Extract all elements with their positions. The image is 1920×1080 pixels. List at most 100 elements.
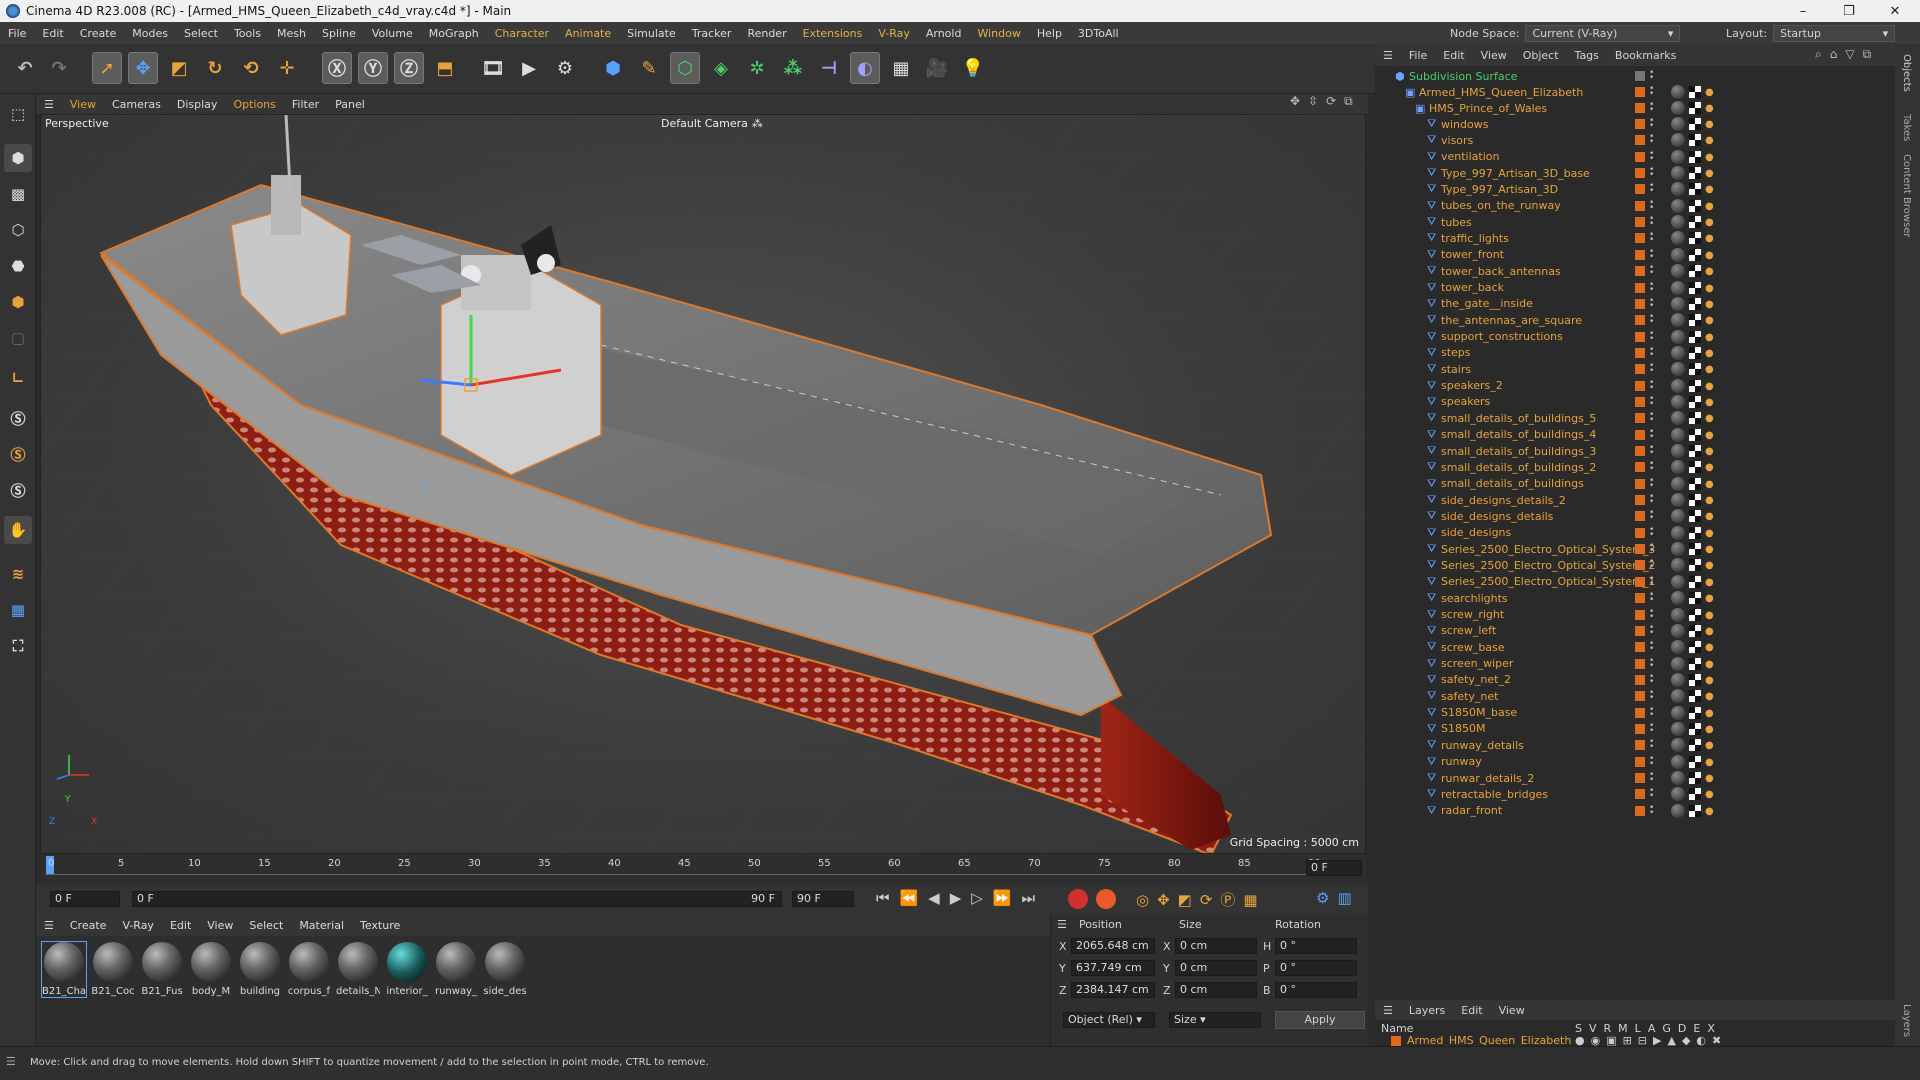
node-space-dropdown[interactable]: Current (V-Ray) ▾ bbox=[1525, 24, 1681, 42]
menu-3dtoall[interactable]: 3DToAll bbox=[1070, 27, 1127, 40]
material-tag-icon[interactable] bbox=[1671, 296, 1685, 311]
pen-spline-icon[interactable]: ✎ bbox=[634, 52, 664, 84]
minimize-button[interactable]: – bbox=[1780, 0, 1826, 22]
vray-tag-icon[interactable]: ● bbox=[1705, 332, 1715, 343]
layer-color-swatch[interactable] bbox=[1635, 593, 1645, 604]
snap-settings-icon[interactable]: Ⓢ bbox=[4, 440, 32, 468]
texture-tag-icon[interactable] bbox=[1689, 690, 1701, 703]
layer-color-swatch[interactable] bbox=[1635, 642, 1645, 653]
visibility-dots-icon[interactable]: • • bbox=[1649, 591, 1654, 605]
layer-color-swatch[interactable] bbox=[1635, 740, 1645, 751]
object-row-group[interactable]: ▣ Armed_HMS_Queen_Elizabeth • • ● bbox=[1375, 84, 1895, 100]
material-swatch[interactable]: runway_ bbox=[434, 942, 478, 997]
object-row[interactable]: ⛛ side_designs • • ● bbox=[1375, 525, 1895, 541]
visibility-dots-icon[interactable]: • • bbox=[1649, 738, 1654, 752]
texture-tag-icon[interactable] bbox=[1689, 379, 1701, 392]
vray-tag-icon[interactable]: ● bbox=[1705, 119, 1715, 130]
texture-tag-icon[interactable] bbox=[1689, 428, 1701, 441]
vray-tag-icon[interactable]: ● bbox=[1705, 446, 1715, 457]
playback-buttons[interactable]: ⏮⏪◀▶▷⏩⏭ bbox=[876, 889, 1045, 907]
material-tag-icon[interactable] bbox=[1671, 738, 1685, 753]
object-row[interactable]: ⛛ screw_right • • ● bbox=[1375, 607, 1895, 623]
rotation-field[interactable]: 0 ° bbox=[1275, 960, 1357, 976]
object-row[interactable]: ⛛ safety_net_2 • • ● bbox=[1375, 672, 1895, 688]
visibility-dots-icon[interactable]: • • bbox=[1649, 493, 1654, 507]
texture-tag-icon[interactable] bbox=[1689, 297, 1701, 310]
layer-color-swatch[interactable] bbox=[1635, 168, 1645, 179]
texture-tag-icon[interactable] bbox=[1689, 232, 1701, 245]
select-tool-icon[interactable]: ➚ bbox=[92, 52, 122, 84]
texture-tag-icon[interactable] bbox=[1689, 330, 1701, 343]
x-axis-lock-icon[interactable]: Ⓧ bbox=[322, 52, 352, 84]
hamburger-icon[interactable]: ☰ bbox=[36, 98, 62, 111]
object-menu-edit[interactable]: Edit bbox=[1435, 49, 1472, 62]
deformer-icon[interactable]: ⊣ bbox=[814, 52, 844, 84]
menu-tracker[interactable]: Tracker bbox=[684, 27, 740, 40]
visibility-dots-icon[interactable]: • • bbox=[1649, 623, 1654, 637]
visibility-dots-icon[interactable]: • • bbox=[1649, 101, 1654, 115]
vray-tag-icon[interactable]: ● bbox=[1705, 299, 1715, 310]
layer-color-swatch[interactable] bbox=[1635, 544, 1645, 555]
material-tag-icon[interactable] bbox=[1671, 623, 1685, 638]
material-menu-select[interactable]: Select bbox=[241, 919, 291, 932]
object-row[interactable]: ⛛ tubes_on_the_runway • • ● bbox=[1375, 198, 1895, 214]
layer-color-swatch[interactable] bbox=[1635, 151, 1645, 162]
texture-mode-icon[interactable]: ▩ bbox=[4, 180, 32, 208]
material-tag-icon[interactable] bbox=[1671, 656, 1685, 671]
layer-color-swatch[interactable] bbox=[1635, 331, 1645, 342]
vray-tag-icon[interactable]: ● bbox=[1705, 757, 1715, 768]
material-swatch[interactable]: B21_Cha bbox=[41, 941, 87, 998]
material-menu-v-ray[interactable]: V-Ray bbox=[114, 919, 162, 932]
material-tag-icon[interactable] bbox=[1671, 149, 1685, 164]
object-menu-file[interactable]: File bbox=[1401, 49, 1435, 62]
visibility-dots-icon[interactable]: • • bbox=[1649, 345, 1654, 359]
tab-layers[interactable]: Layers bbox=[1901, 1004, 1912, 1037]
object-menu-view[interactable]: View bbox=[1473, 49, 1515, 62]
tweak-icon[interactable]: ✋ bbox=[4, 516, 32, 544]
object-row[interactable]: ⛛ tower_back_antennas • • ● bbox=[1375, 263, 1895, 279]
vray-tag-icon[interactable]: ● bbox=[1705, 217, 1715, 228]
material-tag-icon[interactable] bbox=[1671, 182, 1685, 197]
texture-tag-icon[interactable] bbox=[1689, 592, 1701, 605]
object-row[interactable]: ⛛ traffic_lights • • ● bbox=[1375, 230, 1895, 246]
material-tag-icon[interactable] bbox=[1671, 607, 1685, 622]
material-swatch[interactable]: B21_Coc bbox=[91, 942, 135, 997]
texture-tag-icon[interactable] bbox=[1689, 788, 1701, 801]
material-swatch[interactable]: corpus_f bbox=[287, 942, 331, 997]
material-tag-icon[interactable] bbox=[1671, 101, 1685, 115]
vray-tag-icon[interactable]: ● bbox=[1705, 528, 1715, 539]
texture-tag-icon[interactable] bbox=[1689, 739, 1701, 752]
texture-tag-icon[interactable] bbox=[1689, 575, 1701, 588]
layer-color-swatch[interactable] bbox=[1635, 773, 1645, 783]
mograph-icon[interactable]: ⁂ bbox=[778, 52, 808, 84]
vray-tag-icon[interactable]: ● bbox=[1705, 495, 1715, 506]
visibility-dots-icon[interactable]: • • bbox=[1649, 133, 1654, 147]
object-row[interactable]: ⛛ visors • • ● bbox=[1375, 132, 1895, 148]
vray-tag-icon[interactable]: ● bbox=[1705, 87, 1715, 98]
texture-tag-icon[interactable] bbox=[1689, 543, 1701, 556]
material-swatch[interactable]: body_M bbox=[189, 942, 233, 997]
object-row[interactable]: ⛛ tower_back • • ● bbox=[1375, 280, 1895, 296]
texture-tag-icon[interactable] bbox=[1689, 86, 1701, 98]
material-tag-icon[interactable] bbox=[1671, 542, 1685, 557]
menu-window[interactable]: Window bbox=[969, 27, 1028, 40]
material-tag-icon[interactable] bbox=[1671, 280, 1685, 295]
vray-tag-icon[interactable]: ● bbox=[1705, 103, 1715, 114]
layer-color-swatch[interactable] bbox=[1635, 347, 1645, 358]
maximize-button[interactable]: ❐ bbox=[1826, 0, 1872, 22]
visibility-dots-icon[interactable]: • • bbox=[1649, 607, 1654, 621]
visibility-dots-icon[interactable]: • • bbox=[1649, 803, 1654, 817]
visibility-dots-icon[interactable]: • • bbox=[1649, 771, 1654, 785]
visibility-dots-icon[interactable]: • • bbox=[1649, 166, 1654, 180]
layer-color-swatch[interactable] bbox=[1635, 429, 1645, 440]
object-row-root[interactable]: ⬢ Subdivision Surface • • bbox=[1375, 68, 1895, 84]
visibility-dots-icon[interactable]: • • bbox=[1649, 69, 1654, 83]
material-tag-icon[interactable] bbox=[1671, 672, 1685, 687]
visibility-dots-icon[interactable]: • • bbox=[1649, 721, 1654, 735]
object-row[interactable]: ⛛ Type_997_Artisan_3D • • ● bbox=[1375, 181, 1895, 197]
object-row[interactable]: ⛛ support_constructions • • ● bbox=[1375, 329, 1895, 345]
visibility-dots-icon[interactable]: • • bbox=[1649, 574, 1654, 588]
material-tag-icon[interactable] bbox=[1671, 754, 1685, 769]
render-region-icon[interactable]: 🎞 bbox=[478, 52, 508, 84]
material-tag-icon[interactable] bbox=[1671, 133, 1685, 148]
